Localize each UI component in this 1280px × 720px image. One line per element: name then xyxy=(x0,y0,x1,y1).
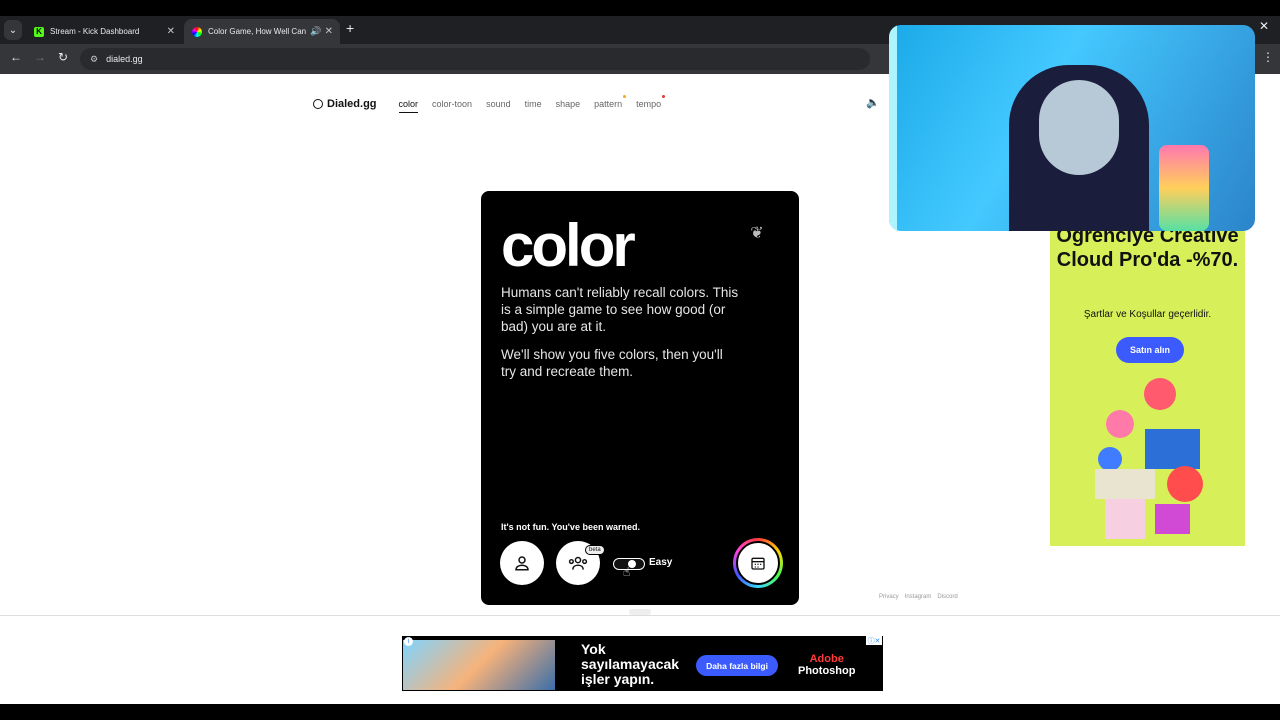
ad-illustration xyxy=(1095,378,1203,539)
forward-icon[interactable]: → xyxy=(34,50,46,64)
close-tab-icon[interactable]: ✕ xyxy=(325,26,333,37)
color-wheel-icon xyxy=(192,26,202,37)
warning-text: It's not fun. You've been warned. xyxy=(501,522,640,532)
beta-badge: beta xyxy=(585,545,605,555)
solo-play-button[interactable] xyxy=(500,541,544,585)
nav-pattern-label: pattern xyxy=(594,99,623,109)
side-advertisement[interactable]: Öğrenciye Creative Cloud Pro'da -%70. Şa… xyxy=(1050,224,1245,546)
adchoices-icon[interactable]: i xyxy=(404,637,413,646)
page-divider xyxy=(0,615,1280,616)
top-letterbox xyxy=(0,0,1280,16)
site-info-icon[interactable]: ⚙ xyxy=(90,54,98,65)
back-icon[interactable]: ← xyxy=(10,50,22,64)
footer-privacy-link[interactable]: Privacy xyxy=(879,594,899,600)
url-field[interactable]: ⚙ dialed.gg xyxy=(80,48,870,70)
ad-learn-more-button[interactable]: Daha fazla bilgi xyxy=(696,655,778,676)
nav-shape[interactable]: shape xyxy=(556,99,581,109)
daily-button-face xyxy=(736,541,780,585)
ad-brand-adobe: Adobe xyxy=(809,653,844,665)
url-text: dialed.gg xyxy=(106,54,143,64)
nav-time[interactable]: time xyxy=(525,99,542,109)
mouse-cursor-icon: ☝ xyxy=(623,565,631,579)
tab-title: Stream - Kick Dashboard xyxy=(50,27,140,36)
browser-tab-kick[interactable]: K Stream - Kick Dashboard ✕ xyxy=(26,19,182,44)
menu-icon[interactable]: ⋮ xyxy=(1262,50,1274,64)
laurel-icon[interactable]: ❦ xyxy=(747,223,767,243)
audio-icon[interactable]: 🔊 xyxy=(310,26,321,37)
intro-text: Humans can't reliably recall colors. Thi… xyxy=(501,285,739,334)
site-logo[interactable]: Dialed.gg xyxy=(313,98,377,110)
site-footer: Privacy Instagram Discord xyxy=(879,594,958,600)
nav-sound[interactable]: sound xyxy=(486,99,511,109)
webcam-lamp xyxy=(1159,145,1209,231)
nav-color-toon[interactable]: color-toon xyxy=(432,99,472,109)
ad-brand: Adobe Photoshop xyxy=(798,653,855,677)
reload-icon[interactable]: ↻ xyxy=(58,50,68,64)
streamer-webcam-overlay xyxy=(889,25,1255,231)
nav-tempo[interactable]: tempo xyxy=(636,95,666,109)
footer-instagram-link[interactable]: Instagram xyxy=(905,594,932,600)
tab-title: Color Game, How Well Can xyxy=(208,27,307,36)
browser-tab-color-game[interactable]: Color Game, How Well Can 🔊 ✕ xyxy=(184,19,340,44)
ad-message: Yok sayılamayacak işler yapın. xyxy=(581,641,680,687)
daily-challenge-button[interactable] xyxy=(733,538,783,588)
ad-artwork xyxy=(403,640,555,690)
ad-terms: Şartlar ve Koşullar geçerlidir. xyxy=(1083,309,1212,320)
bottom-advertisement[interactable]: Yok sayılamayacak işler yapın. Daha fazl… xyxy=(402,636,883,691)
ad-brand-product: Photoshop xyxy=(798,665,856,677)
group-icon xyxy=(568,556,588,570)
nav-tempo-label: tempo xyxy=(636,99,662,109)
ad-headline: Öğrenciye Creative Cloud Pro'da -%70. xyxy=(1056,225,1239,271)
instructions-text: We'll show you five colors, then you'll … xyxy=(501,347,723,379)
nav-pattern[interactable]: pattern xyxy=(594,95,627,109)
game-card: color ❦ Humans can't reliably recall col… xyxy=(481,191,799,605)
footer-discord-link[interactable]: Discord xyxy=(937,594,957,600)
game-title: color xyxy=(501,212,636,279)
site-nav: Dialed.gg color color-toon sound time sh… xyxy=(313,95,675,113)
webcam-led-strip xyxy=(889,25,897,231)
tab-search-button[interactable]: ⌄ xyxy=(4,20,22,40)
ad-close-icon[interactable]: ⓘ✕ xyxy=(866,636,882,645)
bottom-letterbox xyxy=(0,704,1280,720)
dialed-logo-icon xyxy=(313,99,323,109)
webcam-face xyxy=(1039,80,1119,175)
new-dot xyxy=(623,95,627,98)
new-dot xyxy=(662,95,666,98)
kick-icon: K xyxy=(34,26,44,37)
close-window-icon[interactable]: ✕ xyxy=(1259,19,1269,33)
difficulty-label: Easy xyxy=(649,557,673,568)
sound-toggle-icon[interactable]: 🔈 xyxy=(866,96,880,109)
person-icon xyxy=(515,556,529,571)
ad-buy-button[interactable]: Satın alın xyxy=(1116,337,1184,363)
nav-color[interactable]: color xyxy=(398,99,418,113)
logo-text: Dialed.gg xyxy=(327,98,377,110)
new-tab-button[interactable]: + xyxy=(346,20,354,36)
calendar-icon xyxy=(751,557,765,570)
close-tab-icon[interactable]: ✕ xyxy=(167,26,175,37)
